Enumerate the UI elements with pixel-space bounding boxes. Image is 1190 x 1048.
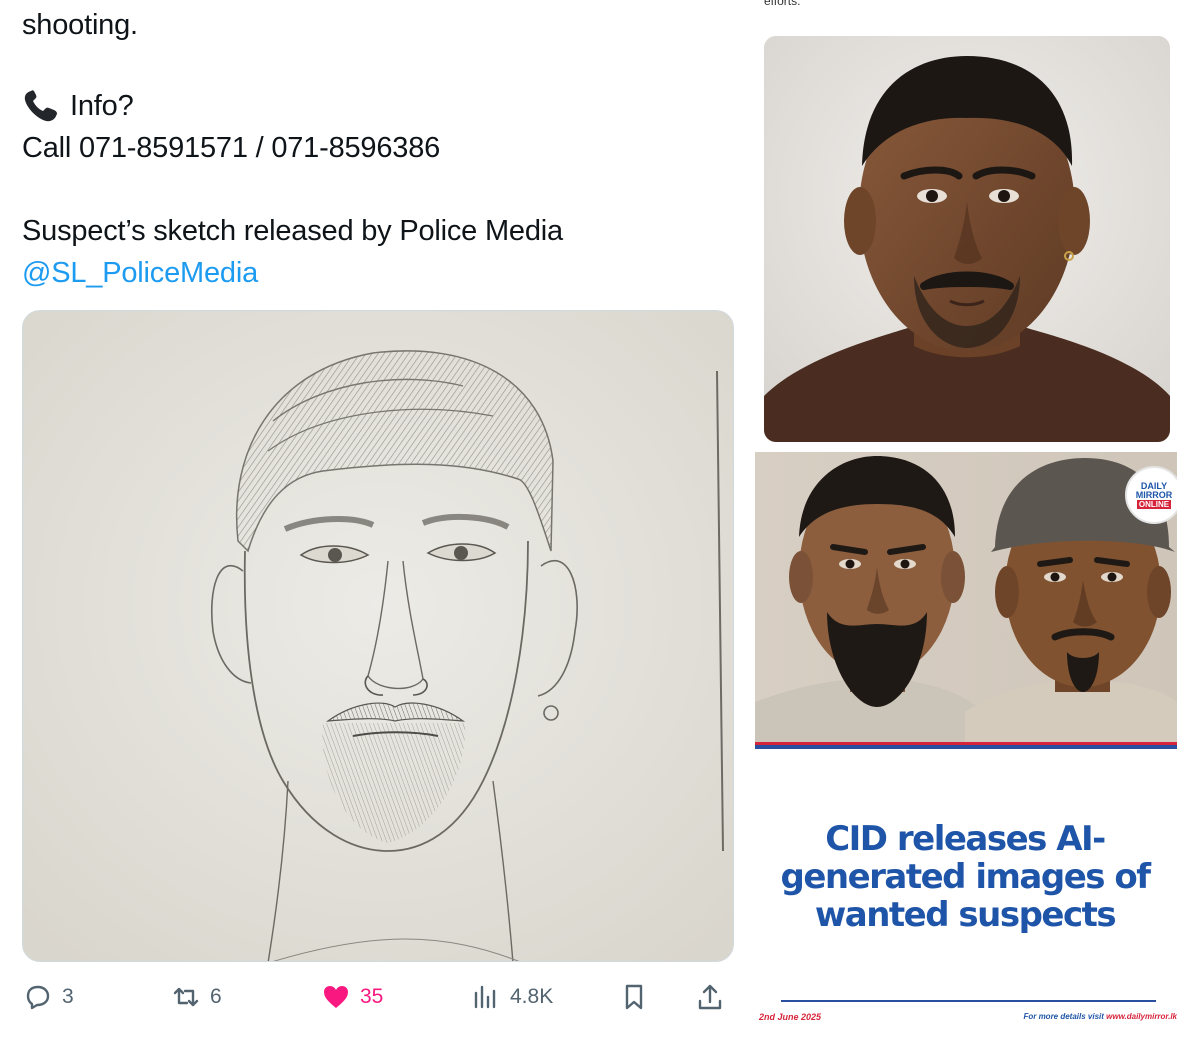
tweet-line-shooting: shooting. (22, 9, 138, 41)
ai-portrait-image[interactable] (764, 36, 1170, 442)
daily-mirror-logo: DAILY MIRROR ONLINE (1125, 466, 1177, 524)
tweet-action-bar: 3 6 35 4.8K (22, 975, 734, 1019)
like-count: 35 (360, 985, 384, 1008)
repost-button[interactable]: 6 (170, 975, 222, 1019)
ai-portrait-man (764, 36, 1170, 442)
footer-divider (781, 1000, 1156, 1002)
tweet: shooting. Info? Call 071-8591571 / 071-8… (0, 0, 750, 1048)
news-date: 2nd June 2025 (759, 1012, 822, 1022)
two-suspects-portraits (755, 452, 1177, 742)
bookmark-icon (625, 984, 643, 1010)
mention-link[interactable]: @SL_PoliceMedia (22, 252, 258, 294)
suspect-sketch-image[interactable] (22, 310, 734, 962)
logo-line-3: ONLINE (1136, 499, 1172, 509)
ai-suspects-photo: DAILY MIRROR ONLINE (755, 452, 1177, 742)
news-site-url[interactable]: www.dailymirror.lk (1106, 1012, 1177, 1021)
repost-icon (173, 987, 199, 1007)
bookmark-button[interactable] (618, 975, 650, 1019)
like-button[interactable]: 35 (320, 975, 383, 1019)
reply-icon (26, 985, 50, 1010)
views-count: 4.8K (510, 985, 554, 1008)
share-button[interactable] (694, 975, 726, 1019)
news-card[interactable]: DAILY MIRROR ONLINE CID releases AI-gene… (755, 452, 1177, 1048)
caption-fragment: efforts. (764, 0, 801, 8)
reply-count: 3 (62, 985, 74, 1008)
tweet-line-info: Info? (22, 85, 134, 127)
heart-icon (324, 986, 348, 1008)
reply-button[interactable]: 3 (22, 975, 74, 1019)
blue-divider (755, 745, 1177, 749)
related-media-column: efforts. DAILY MIRROR ONLINE CID release… (750, 0, 1190, 1048)
logo-line-2: MIRROR (1135, 489, 1173, 500)
news-more-details: For more details visit www.dailymirror.l… (1023, 1012, 1177, 1021)
more-details-prefix: For more details visit (1023, 1012, 1107, 1021)
info-label: Info? (70, 90, 134, 122)
analytics-bars-icon (474, 985, 496, 1009)
tweet-line-sketch: Suspect’s sketch released by Police Medi… (22, 215, 563, 247)
news-headline: CID releases AI-generated images of want… (780, 819, 1151, 935)
repost-count: 6 (210, 985, 222, 1008)
pencil-sketch-portrait (23, 311, 733, 961)
views-button[interactable]: 4.8K (470, 975, 553, 1019)
telephone-receiver-icon (24, 90, 58, 122)
tweet-line-call: Call 071-8591571 / 071-8596386 (22, 132, 441, 164)
share-upload-icon (698, 984, 722, 1010)
